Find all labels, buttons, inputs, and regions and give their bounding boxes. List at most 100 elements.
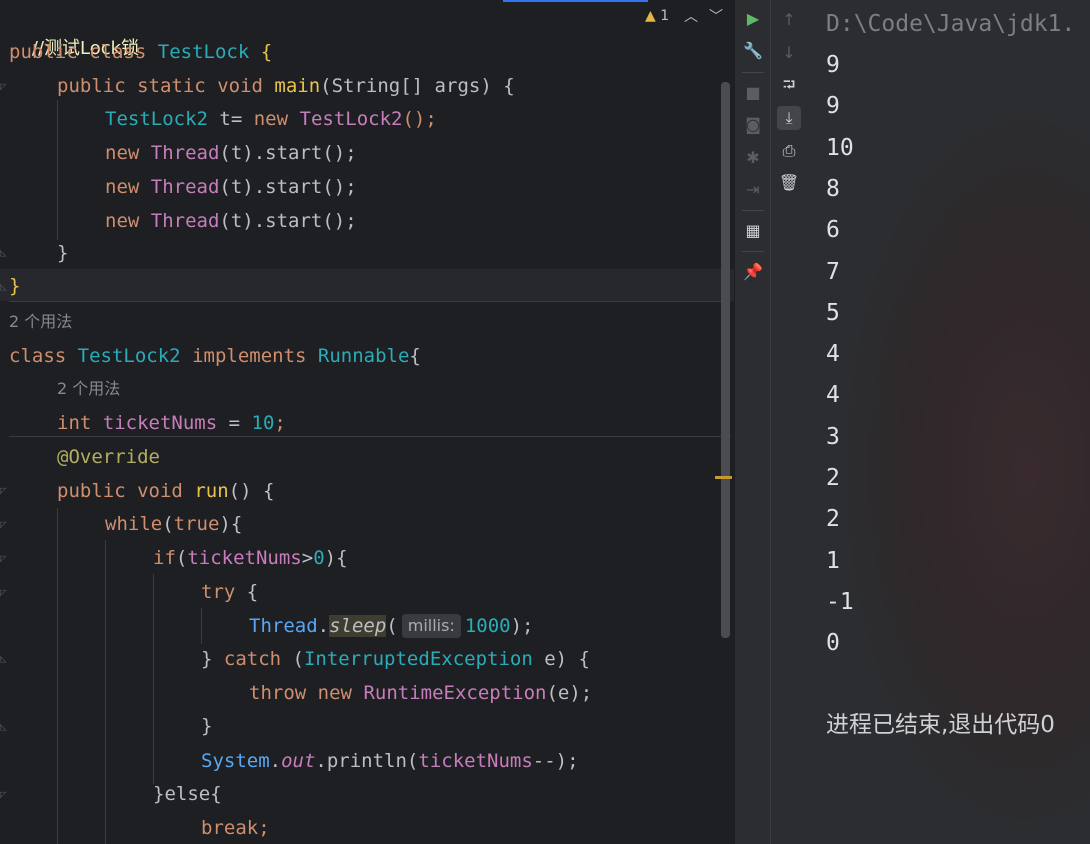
code-text: ( bbox=[162, 513, 174, 535]
fold-icon[interactable]: ◸ bbox=[0, 484, 12, 498]
code-line: break; bbox=[201, 813, 270, 843]
inspection-widget[interactable]: ▲ 1 bbox=[645, 8, 669, 24]
console-line: 0 bbox=[826, 630, 840, 657]
code-line: }else{ bbox=[153, 779, 222, 809]
keyword: implements bbox=[192, 345, 307, 367]
number-literal: 10 bbox=[251, 412, 275, 434]
fold-icon[interactable]: ◺ bbox=[0, 720, 12, 734]
annotation: @Override bbox=[57, 446, 160, 468]
console-exit-message: 进程已结束,退出代码0 bbox=[826, 712, 1055, 738]
code-text: }else{ bbox=[153, 783, 222, 805]
console-line: 9 bbox=[826, 93, 840, 120]
keyword: new bbox=[105, 142, 140, 164]
code-text: .println( bbox=[315, 750, 419, 772]
class-name: TestLock bbox=[157, 41, 250, 63]
console-line: 7 bbox=[826, 258, 840, 285]
code-text: ( bbox=[386, 615, 398, 637]
console-line: 3 bbox=[826, 423, 840, 450]
code-text: ( bbox=[281, 648, 304, 670]
exit-icon[interactable]: ⇥ bbox=[741, 178, 765, 202]
code-line: } bbox=[9, 271, 20, 301]
code-text: t= bbox=[207, 108, 254, 130]
keyword: if bbox=[153, 547, 176, 569]
indent-guide bbox=[57, 508, 58, 844]
keyword: static bbox=[137, 75, 206, 97]
keyword: throw bbox=[249, 682, 307, 704]
console-line: 1 bbox=[826, 547, 840, 574]
fold-icon[interactable]: ◺ bbox=[0, 652, 12, 666]
code-text: () { bbox=[228, 480, 275, 502]
trash-icon[interactable]: 🗑 bbox=[777, 171, 801, 195]
console-output[interactable]: D:\Code\Java\jdk1. 9 9 10 8 6 7 5 4 4 3 2 2 1 -1 0 进程已… bbox=[806, 0, 1090, 844]
scroll-to-end-icon[interactable]: ⤓ bbox=[777, 106, 801, 130]
keyword: void bbox=[217, 75, 263, 97]
console-line: 9 bbox=[826, 52, 840, 78]
code-text: (e); bbox=[546, 682, 593, 704]
field-name: ticketNums bbox=[418, 750, 533, 772]
code-text: ); bbox=[510, 615, 534, 637]
keyword: int bbox=[57, 412, 92, 434]
class-name: InterruptedException bbox=[303, 648, 533, 670]
current-line-highlight bbox=[0, 269, 734, 301]
class-name: TestLock2 bbox=[299, 108, 403, 130]
code-editor[interactable]: ▲ 1 ︿ ﹀ //测试Lock锁 public class TestLock … bbox=[0, 0, 734, 844]
wrench-icon[interactable]: 🔧 bbox=[741, 39, 765, 63]
class-name: RuntimeException bbox=[363, 682, 547, 704]
code-line: public void run() { bbox=[57, 476, 274, 506]
method-name: main bbox=[274, 75, 321, 97]
fold-icon[interactable]: ◸ bbox=[0, 788, 12, 802]
code-line: //测试Lock锁 bbox=[9, 4, 139, 59]
toolbar-separator bbox=[742, 251, 764, 252]
usage-hint[interactable]: 2 个用法 bbox=[57, 378, 120, 400]
brace: } bbox=[9, 275, 21, 297]
fold-icon[interactable]: ◸ bbox=[0, 552, 12, 566]
method-separator bbox=[9, 436, 731, 437]
code-line: @Override bbox=[57, 442, 160, 472]
console-line: 8 bbox=[826, 175, 840, 202]
method-separator bbox=[9, 301, 731, 302]
fold-icon[interactable]: ◺ bbox=[0, 246, 12, 260]
console-line: 2 bbox=[826, 506, 840, 533]
editor-scrollbar[interactable] bbox=[721, 82, 730, 638]
arrow-down-icon[interactable]: ↓ bbox=[777, 41, 801, 65]
rerun-icon[interactable]: ▶ bbox=[741, 7, 765, 31]
chevron-down-icon[interactable]: ﹀ bbox=[709, 6, 723, 26]
warning-marker[interactable] bbox=[715, 476, 732, 479]
class-name: Thread bbox=[249, 615, 318, 637]
pin-icon[interactable]: 📌 bbox=[741, 260, 765, 284]
toolbar-separator bbox=[742, 210, 764, 211]
code-line: new Thread(t).start(); bbox=[105, 138, 357, 168]
console-line: 10 bbox=[826, 134, 854, 161]
camera-icon[interactable]: ◙ bbox=[741, 113, 765, 137]
code-line: throw new RuntimeException(e); bbox=[249, 678, 592, 708]
print-icon[interactable]: ⎙ bbox=[777, 139, 801, 163]
fold-icon[interactable]: ◸ bbox=[0, 518, 12, 532]
chevron-up-icon[interactable]: ︿ bbox=[684, 6, 698, 26]
console-toolbar: ↑ ↓ ⮒ ⤓ ⎙ 🗑 bbox=[770, 0, 807, 844]
number-literal: 1000 bbox=[464, 615, 511, 637]
console-line: 6 bbox=[826, 217, 840, 244]
code-line: new Thread(t).start(); bbox=[105, 206, 357, 236]
keyword: public bbox=[57, 480, 126, 502]
stop-icon[interactable]: ■ bbox=[741, 81, 765, 105]
code-line: } catch (InterruptedException e) { bbox=[201, 644, 590, 674]
run-toolbar: ▶ 🔧 ■ ◙ ✱ ⇥ ▦ 📌 bbox=[734, 0, 771, 844]
keyword: void bbox=[137, 480, 183, 502]
arrow-up-icon[interactable]: ↑ bbox=[777, 8, 801, 32]
keyword: new bbox=[317, 682, 352, 704]
layout-icon[interactable]: ▦ bbox=[741, 219, 765, 243]
class-name: System bbox=[201, 750, 270, 772]
debug-icon[interactable]: ✱ bbox=[741, 146, 765, 170]
keyword: try bbox=[201, 581, 236, 603]
fold-icon[interactable]: ◸ bbox=[0, 586, 12, 600]
code-line: while(true){ bbox=[105, 509, 242, 539]
soft-wrap-icon[interactable]: ⮒ bbox=[777, 73, 801, 97]
console-line: 4 bbox=[826, 382, 840, 409]
code-text: (t).start(); bbox=[219, 142, 357, 164]
usage-hint[interactable]: 2 个用法 bbox=[9, 311, 72, 333]
code-text: ; bbox=[274, 412, 286, 434]
fold-icon[interactable]: ◸ bbox=[0, 80, 12, 94]
code-text: (t).start(); bbox=[219, 176, 357, 198]
field-name: ticketNums bbox=[102, 412, 218, 434]
warning-count: 1 bbox=[660, 8, 670, 24]
